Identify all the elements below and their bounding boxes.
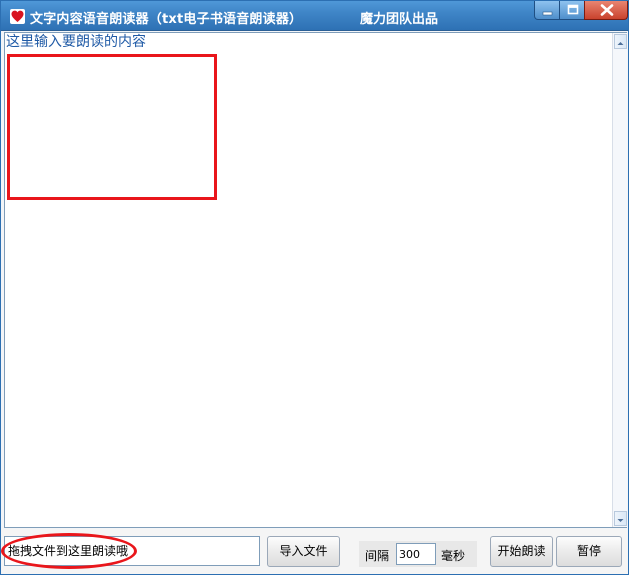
close-button[interactable] (584, 1, 628, 20)
interval-group: 间隔 毫秒 (359, 541, 477, 567)
arrow-down-icon (617, 519, 624, 522)
app-window: 文字内容语音朗读器（txt电子书语音朗读器） 魔力团队出品 这里输入要朗读的内容 (0, 0, 629, 575)
content-area: 这里输入要朗读的内容 (4, 32, 627, 528)
title-bar[interactable]: 文字内容语音朗读器（txt电子书语音朗读器） 魔力团队出品 (1, 1, 628, 31)
maximize-button[interactable] (559, 1, 585, 20)
maximize-icon (567, 4, 579, 15)
unit-label: 毫秒 (441, 549, 466, 563)
bottom-toolbar: 导入文件 间隔 毫秒 开始朗读 暂停 (1, 529, 628, 574)
text-editor[interactable]: 这里输入要朗读的内容 (5, 33, 612, 527)
import-file-button[interactable]: 导入文件 (267, 536, 340, 567)
interval-input[interactable] (396, 543, 436, 565)
minimize-button[interactable] (534, 1, 560, 20)
pause-button[interactable]: 暂停 (556, 536, 622, 567)
window-title: 文字内容语音朗读器（txt电子书语音朗读器） (30, 12, 303, 27)
interval-label: 间隔 (365, 549, 390, 563)
close-icon (600, 4, 614, 16)
scroll-down-button[interactable] (614, 511, 627, 526)
drop-file-input[interactable] (4, 536, 260, 566)
arrow-up-icon (617, 42, 624, 45)
scroll-up-button[interactable] (614, 34, 627, 49)
minimize-icon (542, 11, 553, 16)
brand-label: 魔力团队出品 (360, 12, 439, 27)
start-reading-button[interactable]: 开始朗读 (490, 536, 553, 567)
vertical-scrollbar[interactable] (612, 33, 627, 527)
heart-icon (10, 9, 25, 24)
